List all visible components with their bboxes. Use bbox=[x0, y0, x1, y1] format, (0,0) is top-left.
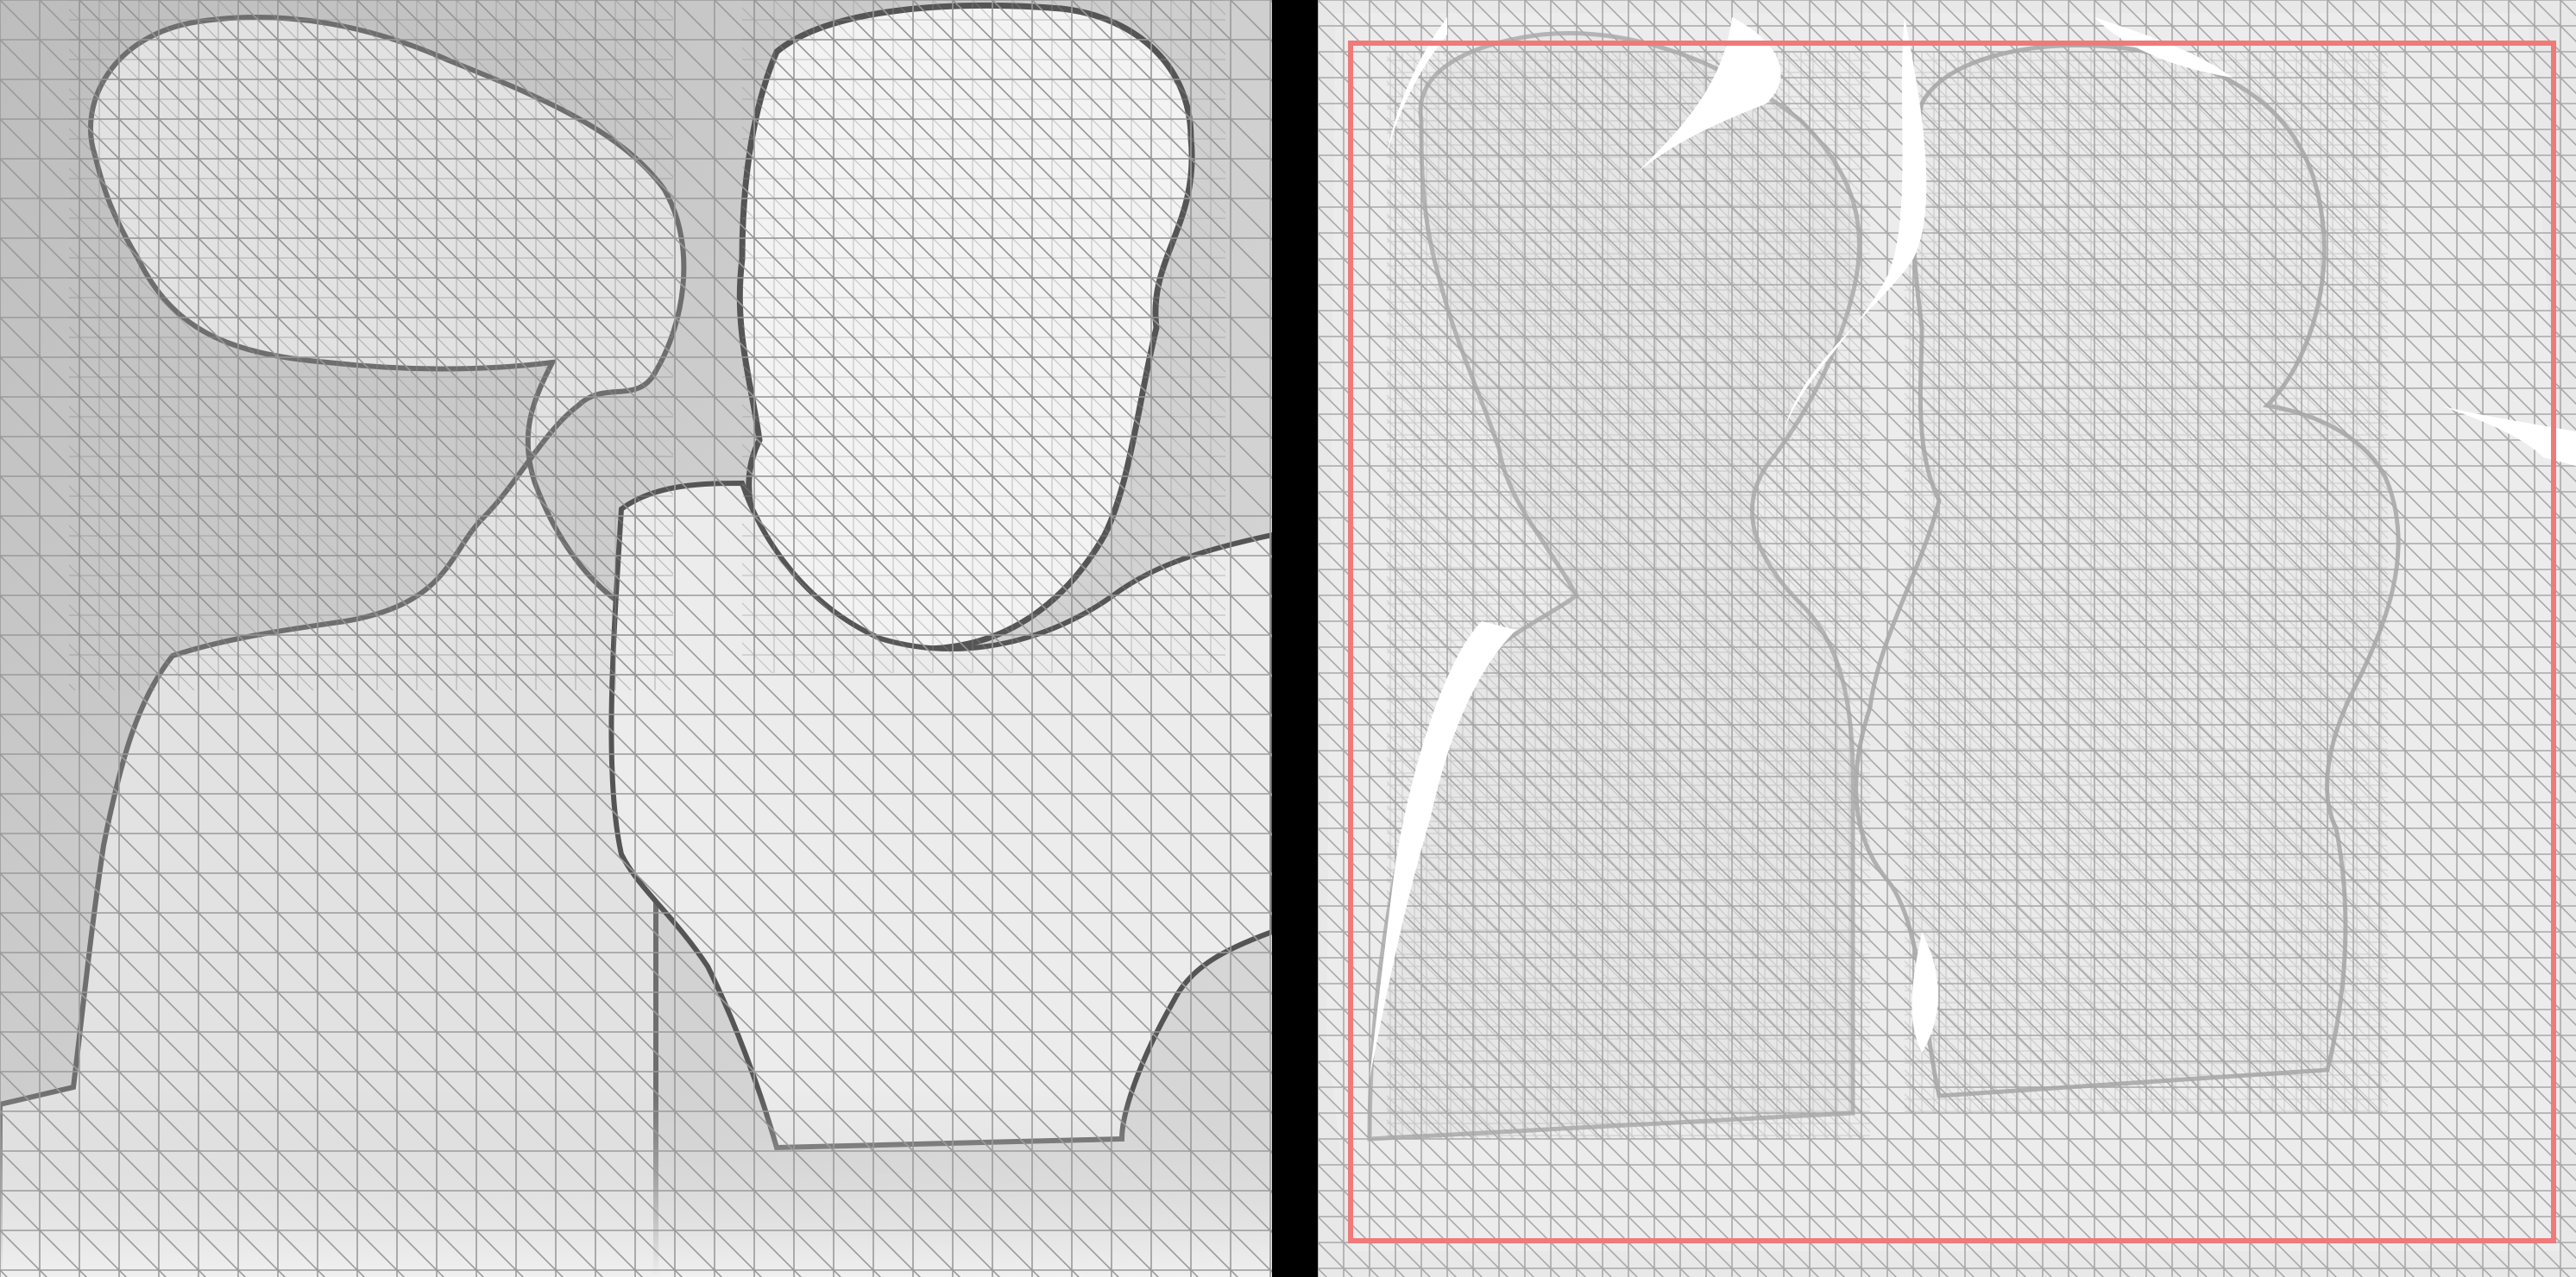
right-mesh-panel bbox=[1318, 0, 2576, 1277]
left-mesh-panel bbox=[0, 0, 1272, 1277]
right-mesh-image bbox=[1318, 0, 2576, 1277]
left-mesh-fine-overlay bbox=[69, 0, 673, 690]
right-mesh-fine-left bbox=[1387, 52, 1870, 1139]
left-mesh-image bbox=[0, 0, 1272, 1277]
right-mesh-fine-right bbox=[1905, 52, 2388, 1113]
left-mesh-fine-overlay-2 bbox=[742, 0, 1225, 673]
